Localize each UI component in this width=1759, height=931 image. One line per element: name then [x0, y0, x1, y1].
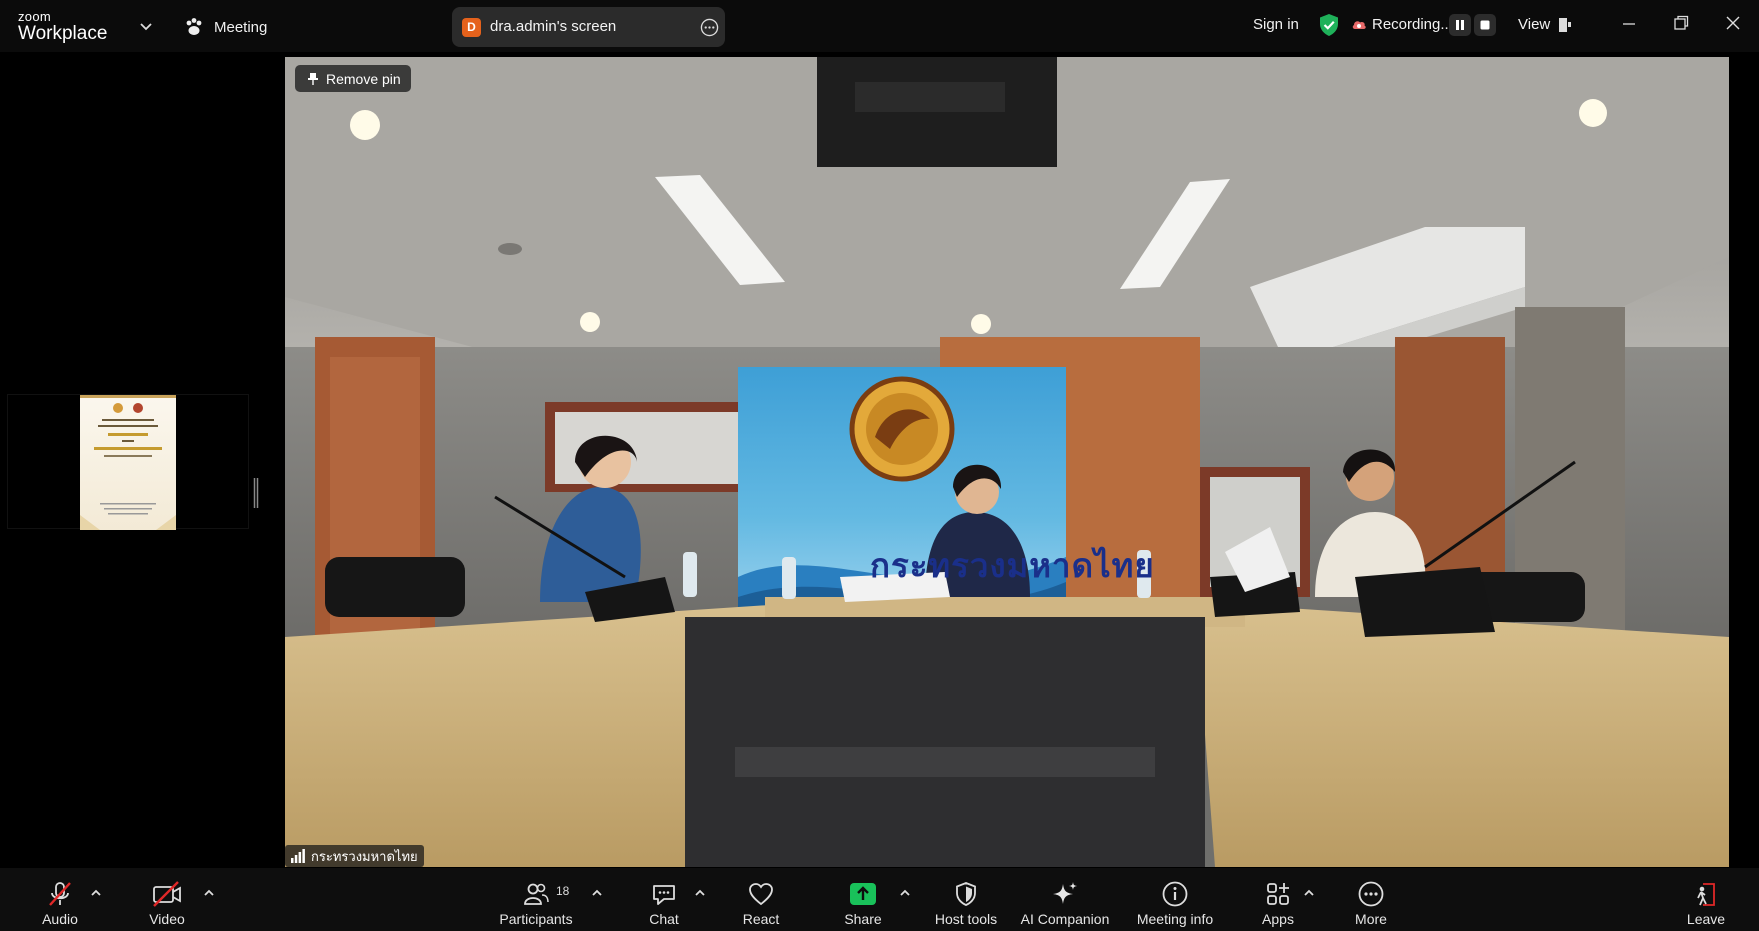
view-button[interactable]: View — [1518, 16, 1572, 33]
screen-share-tab[interactable]: D dra.admin's screen — [452, 7, 725, 47]
more-label: More — [1355, 911, 1387, 927]
meeting-info-button[interactable]: Meeting info — [1130, 868, 1220, 931]
meeting-tab[interactable]: Meeting — [184, 15, 267, 39]
react-button[interactable]: React — [739, 868, 783, 931]
conference-room-scene — [285, 57, 1729, 867]
view-label: View — [1518, 16, 1551, 33]
panel-resize-handle[interactable] — [253, 478, 259, 508]
host-tools-label: Host tools — [934, 911, 998, 927]
caret-down-icon[interactable] — [138, 18, 154, 34]
minimize-icon[interactable] — [1618, 12, 1640, 34]
meeting-paw-icon — [186, 18, 202, 35]
stop-icon — [1480, 20, 1490, 30]
audio-button[interactable]: Audio — [30, 868, 90, 931]
chat-icon — [653, 885, 675, 905]
participant-name-tag: กระทรวงมหาดไทย — [285, 845, 424, 867]
recording-status: Recording... — [1372, 16, 1453, 33]
zoom-workplace-logo: zoom Workplace — [18, 10, 107, 43]
share-label: Share — [844, 911, 882, 927]
maximize-icon[interactable] — [1670, 12, 1692, 34]
sparkle-icon — [1053, 882, 1077, 904]
share-button[interactable]: Share — [841, 868, 885, 931]
pause-recording-button[interactable] — [1449, 14, 1471, 36]
audio-options-caret-icon[interactable] — [89, 886, 103, 900]
participants-button[interactable]: Participants — [496, 868, 576, 931]
more-icon[interactable] — [700, 18, 719, 37]
meeting-tab-label: Meeting — [214, 18, 268, 36]
apps-label: Apps — [1262, 911, 1294, 927]
leave-label: Leave — [1686, 911, 1726, 927]
participants-options-caret-icon[interactable] — [590, 886, 604, 900]
apps-button[interactable]: Apps — [1256, 868, 1300, 931]
host-tools-button[interactable]: Host tools — [932, 868, 1000, 931]
video-button[interactable]: Video — [136, 868, 198, 931]
heart-icon — [749, 883, 773, 906]
participants-icon — [524, 883, 549, 905]
audio-label: Audio — [42, 911, 78, 927]
leave-icon — [1697, 883, 1715, 906]
share-options-caret-icon[interactable] — [898, 886, 912, 900]
participant-name: กระทรวงมหาดไทย — [311, 848, 418, 864]
chat-button[interactable]: Chat — [642, 868, 686, 931]
apps-options-caret-icon[interactable] — [1302, 886, 1316, 900]
more-button[interactable]: More — [1349, 868, 1393, 931]
screen-owner-avatar: D — [462, 18, 481, 37]
remove-pin-label: Remove pin — [326, 70, 401, 87]
logo-workplace: Workplace — [18, 23, 108, 44]
apps-icon — [1267, 883, 1289, 905]
meeting-info-label: Meeting info — [1136, 911, 1214, 927]
camera-off-icon — [153, 881, 181, 907]
ai-companion-button[interactable]: AI Companion — [1017, 868, 1113, 931]
close-icon[interactable] — [1722, 12, 1744, 34]
shared-screen-thumbnail[interactable] — [7, 394, 249, 530]
info-icon — [1162, 881, 1188, 907]
host-shield-icon — [956, 882, 976, 906]
leave-button[interactable]: Leave — [1684, 868, 1728, 931]
share-arrow-icon — [850, 883, 876, 905]
ai-companion-label: AI Companion — [1020, 911, 1110, 927]
screen-share-label: dra.admin's screen — [490, 18, 617, 35]
participants-label: Participants — [499, 911, 573, 927]
ellipsis-icon — [1358, 881, 1384, 907]
react-label: React — [742, 911, 780, 927]
pause-icon — [1456, 20, 1464, 30]
stop-recording-button[interactable] — [1474, 14, 1496, 36]
logo-zoom: zoom — [18, 9, 51, 24]
top-bar: zoom Workplace Meeting D dra.admin's scr… — [0, 0, 1759, 52]
shield-check-icon[interactable] — [1318, 13, 1340, 37]
signal-icon — [291, 849, 305, 863]
document-preview-graphic — [80, 395, 176, 530]
video-label: Video — [149, 911, 185, 927]
remove-pin-button[interactable]: Remove pin — [295, 65, 411, 92]
meeting-toolbar: Audio Video Participants 18 Chat React S… — [0, 868, 1759, 931]
chat-options-caret-icon[interactable] — [693, 886, 707, 900]
mic-muted-icon — [49, 882, 71, 906]
backdrop-caption: กระทรวงมหาดไทย — [870, 546, 1155, 585]
video-options-caret-icon[interactable] — [202, 886, 216, 900]
view-layout-icon — [1559, 17, 1572, 32]
participants-count: 18 — [556, 884, 570, 898]
pin-icon — [308, 72, 318, 85]
document-preview — [80, 395, 176, 530]
chat-label: Chat — [649, 911, 679, 927]
main-video: กระทรวงมหาดไทย — [285, 57, 1729, 867]
cloud-record-icon — [1352, 21, 1366, 29]
sign-in-button[interactable]: Sign in — [1253, 16, 1299, 33]
